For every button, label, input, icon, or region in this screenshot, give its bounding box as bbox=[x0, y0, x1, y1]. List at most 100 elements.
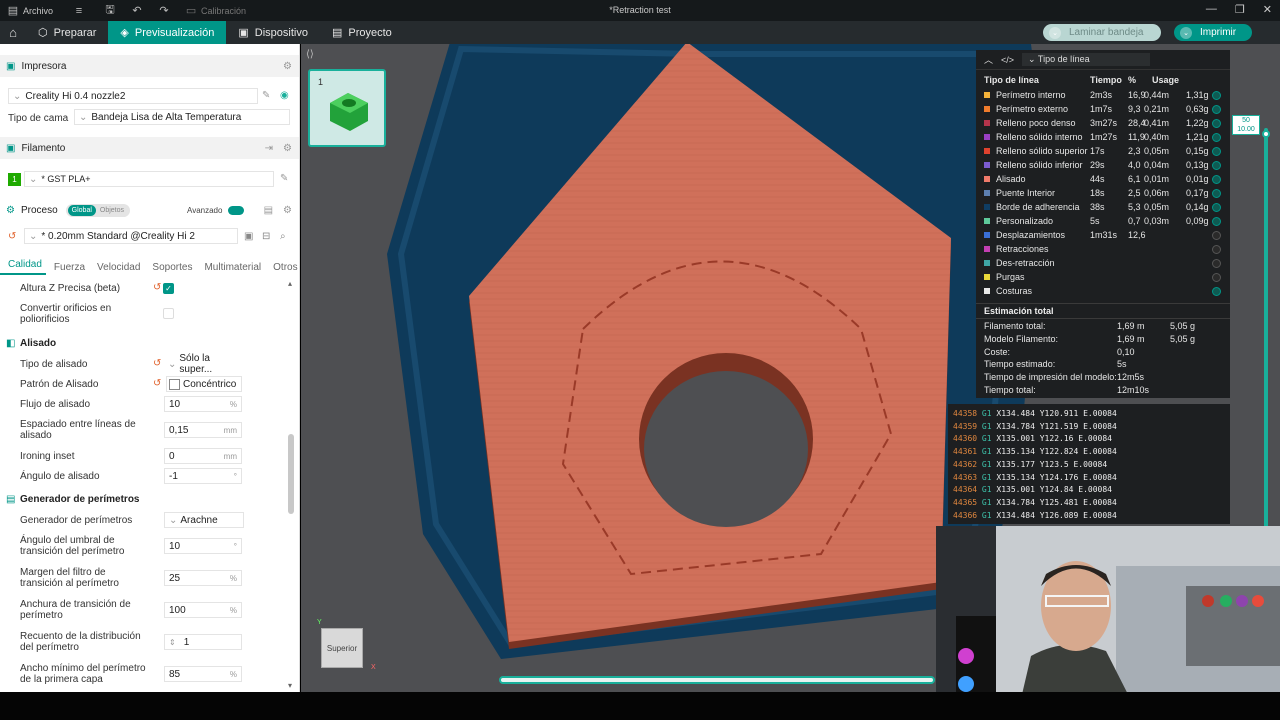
minimize-icon[interactable]: — bbox=[1206, 3, 1217, 16]
code-icon[interactable]: </> bbox=[1001, 55, 1014, 65]
reset-icon[interactable]: ↺ bbox=[153, 378, 161, 389]
app-menu-icon[interactable]: ▤ bbox=[6, 4, 20, 18]
visibility-eye-icon[interactable] bbox=[1212, 202, 1221, 212]
add-filament-icon[interactable]: ⇥ bbox=[265, 143, 273, 154]
edit-icon[interactable]: ✎ bbox=[280, 173, 288, 184]
visibility-eye-icon[interactable] bbox=[1212, 286, 1221, 296]
gcode-line[interactable]: 44359 G1 X134.784 Y121.519 E.00084 bbox=[953, 422, 1117, 434]
visibility-eye-icon[interactable] bbox=[1212, 188, 1221, 198]
visibility-eye-icon[interactable] bbox=[1212, 258, 1221, 268]
process-section[interactable]: ⚙ Proceso Global Objetos Avanzado ▤ ⚙ bbox=[0, 199, 299, 221]
list-icon[interactable]: ▤ bbox=[264, 205, 273, 216]
legend-row[interactable]: Relleno poco denso 3m27s 28,4 0,41m 1,22… bbox=[976, 116, 1230, 130]
save-preset-icon[interactable]: ▣ bbox=[244, 231, 253, 242]
legend-row[interactable]: Purgas bbox=[976, 270, 1230, 284]
gcode-line[interactable]: 44363 G1 X135.134 Y124.176 E.00084 bbox=[953, 473, 1117, 485]
chevron-down-icon[interactable]: ⌄ bbox=[1049, 26, 1061, 39]
tab-soportes[interactable]: Soportes bbox=[144, 262, 196, 273]
visibility-eye-icon[interactable] bbox=[1212, 104, 1221, 114]
scroll-up-icon[interactable]: ▴ bbox=[288, 279, 292, 288]
ironing-flow-input[interactable]: 10% bbox=[164, 396, 242, 412]
settings-icon[interactable]: ⚙ bbox=[283, 205, 292, 216]
legend-row[interactable]: Desplazamientos 1m31s 12,6 bbox=[976, 228, 1230, 242]
visibility-eye-icon[interactable] bbox=[1212, 90, 1221, 100]
legend-row[interactable]: Relleno sólido interno 1m27s 11,9 0,40m … bbox=[976, 130, 1230, 144]
layer-indicator[interactable]: 50 10.00 bbox=[1232, 115, 1260, 135]
advanced-switch[interactable] bbox=[228, 205, 244, 215]
collapse-icon[interactable]: ︿ bbox=[984, 53, 993, 66]
distribution-count-stepper[interactable]: ⇕ 1 bbox=[164, 634, 242, 650]
wall-generator-select[interactable]: ⌄ Arachne bbox=[164, 512, 244, 528]
filament-index-badge[interactable]: 1 bbox=[8, 173, 21, 186]
transition-filter-input[interactable]: 25% bbox=[164, 570, 242, 586]
tab-otros[interactable]: Otros bbox=[265, 262, 299, 273]
objects-toggle[interactable]: Objetos bbox=[96, 205, 128, 216]
menu-calibracion[interactable]: Calibración bbox=[201, 6, 246, 16]
legend-row[interactable]: Perímetro interno 2m3s 16,9 0,44m 1,31g bbox=[976, 88, 1230, 102]
legend-row[interactable]: Costuras bbox=[976, 284, 1230, 298]
tab-fuerza[interactable]: Fuerza bbox=[46, 262, 89, 273]
compare-icon[interactable]: ⊟ bbox=[262, 231, 270, 242]
legend-row[interactable]: Relleno sólido inferior 29s 4,0 0,04m 0,… bbox=[976, 158, 1230, 172]
slice-plate-button[interactable]: ⌄ Laminar bandeja bbox=[1043, 24, 1161, 41]
legend-row[interactable]: Alisado 44s 6,1 0,01m 0,01g bbox=[976, 172, 1230, 186]
reset-icon[interactable]: ↺ bbox=[8, 231, 16, 242]
search-icon[interactable]: ⌕ bbox=[280, 231, 286, 242]
printer-section[interactable]: ▣ Impresora ⚙ bbox=[0, 55, 299, 77]
transition-angle-input[interactable]: 10 ° bbox=[164, 538, 242, 554]
reset-icon[interactable]: ↺ bbox=[153, 282, 161, 293]
visibility-eye-icon[interactable] bbox=[1212, 230, 1221, 240]
menu-archivo[interactable]: Archivo bbox=[23, 6, 53, 16]
save-icon[interactable]: 🖫 bbox=[103, 4, 117, 18]
visibility-eye-icon[interactable] bbox=[1212, 272, 1221, 282]
chevron-down-icon[interactable]: ⌄ bbox=[1180, 26, 1192, 39]
gcode-line[interactable]: 44366 G1 X134.484 Y126.089 E.00084 bbox=[953, 511, 1117, 523]
ironing-inset-input[interactable]: 0 mm bbox=[164, 448, 242, 464]
home-icon[interactable]: ⌂ bbox=[0, 25, 26, 40]
visibility-eye-icon[interactable] bbox=[1212, 132, 1221, 142]
legend-row[interactable]: Borde de adherencia 38s 5,3 0,05m 0,14g bbox=[976, 200, 1230, 214]
visibility-eye-icon[interactable] bbox=[1212, 244, 1221, 254]
printer-select[interactable]: ⌄ Creality Hi 0.4 nozzle2 bbox=[8, 88, 258, 104]
collapse-panel-icon[interactable]: ⟨⟩ bbox=[306, 49, 314, 60]
legend-row[interactable]: Perímetro externo 1m7s 9,3 0,21m 0,63g bbox=[976, 102, 1230, 116]
global-toggle[interactable]: Global bbox=[67, 204, 96, 216]
layer-slider[interactable] bbox=[1262, 128, 1270, 528]
gcode-line[interactable]: 44360 G1 X135.001 Y122.16 E.00084 bbox=[953, 434, 1112, 446]
redo-icon[interactable]: ↷ bbox=[157, 4, 171, 18]
legend-row[interactable]: Relleno sólido superior 17s 2,3 0,05m 0,… bbox=[976, 144, 1230, 158]
tab-dispositivo[interactable]: ▣ Dispositivo bbox=[226, 21, 320, 44]
wifi-icon[interactable]: ◉ bbox=[280, 90, 289, 101]
ironing-angle-input[interactable]: -1 ° bbox=[164, 468, 242, 484]
legend-row[interactable]: Puente Interior 18s 2,5 0,06m 0,17g bbox=[976, 186, 1230, 200]
settings-icon[interactable]: ⚙ bbox=[283, 143, 292, 154]
convert-holes-checkbox[interactable] bbox=[163, 308, 174, 319]
process-select[interactable]: ⌄ * 0.20mm Standard @Creality Hi 2 bbox=[24, 228, 238, 244]
gcode-line[interactable]: 44362 G1 X135.177 Y123.5 E.00084 bbox=[953, 460, 1107, 472]
ironing-pattern-select[interactable]: Concéntrico bbox=[166, 376, 242, 392]
tab-proyecto[interactable]: ▤ Proyecto bbox=[320, 21, 404, 44]
first-layer-min-width-input[interactable]: 85% bbox=[164, 666, 242, 682]
tab-previsualizacion[interactable]: ◈ Previsualización bbox=[108, 21, 227, 44]
legend-row[interactable]: Personalizado 5s 0,7 0,03m 0,09g bbox=[976, 214, 1230, 228]
tab-multimaterial[interactable]: Multimaterial bbox=[196, 262, 265, 273]
settings-scrollbar[interactable] bbox=[288, 279, 294, 689]
legend-row[interactable]: Retracciones bbox=[976, 242, 1230, 256]
scroll-down-icon[interactable]: ▾ bbox=[288, 681, 292, 690]
close-icon[interactable]: ✕ bbox=[1263, 3, 1272, 16]
move-slider[interactable] bbox=[499, 676, 935, 684]
gcode-line[interactable]: 44361 G1 X135.134 Y122.824 E.00084 bbox=[953, 447, 1117, 459]
visibility-eye-icon[interactable] bbox=[1212, 174, 1221, 184]
print-button[interactable]: ⌄ Imprimir bbox=[1174, 24, 1252, 41]
tab-calidad[interactable]: Calidad bbox=[0, 259, 46, 275]
maximize-icon[interactable]: ❐ bbox=[1235, 3, 1245, 16]
filament-select[interactable]: ⌄ * GST PLA+ bbox=[24, 171, 274, 187]
gcode-line[interactable]: 44365 G1 X134.784 Y125.481 E.00084 bbox=[953, 498, 1117, 510]
visibility-eye-icon[interactable] bbox=[1212, 160, 1221, 170]
bed-type-select[interactable]: ⌄ Bandeja Lisa de Alta Temperatura bbox=[74, 109, 290, 125]
gcode-line[interactable]: 44364 G1 X135.001 Y124.84 E.00084 bbox=[953, 485, 1112, 497]
visibility-eye-icon[interactable] bbox=[1212, 118, 1221, 128]
filament-section[interactable]: ▣ Filamento ⇥ ⚙ bbox=[0, 137, 299, 159]
precise-z-checkbox[interactable]: ✓ bbox=[163, 283, 174, 294]
legend-row[interactable]: Des-retracción bbox=[976, 256, 1230, 270]
